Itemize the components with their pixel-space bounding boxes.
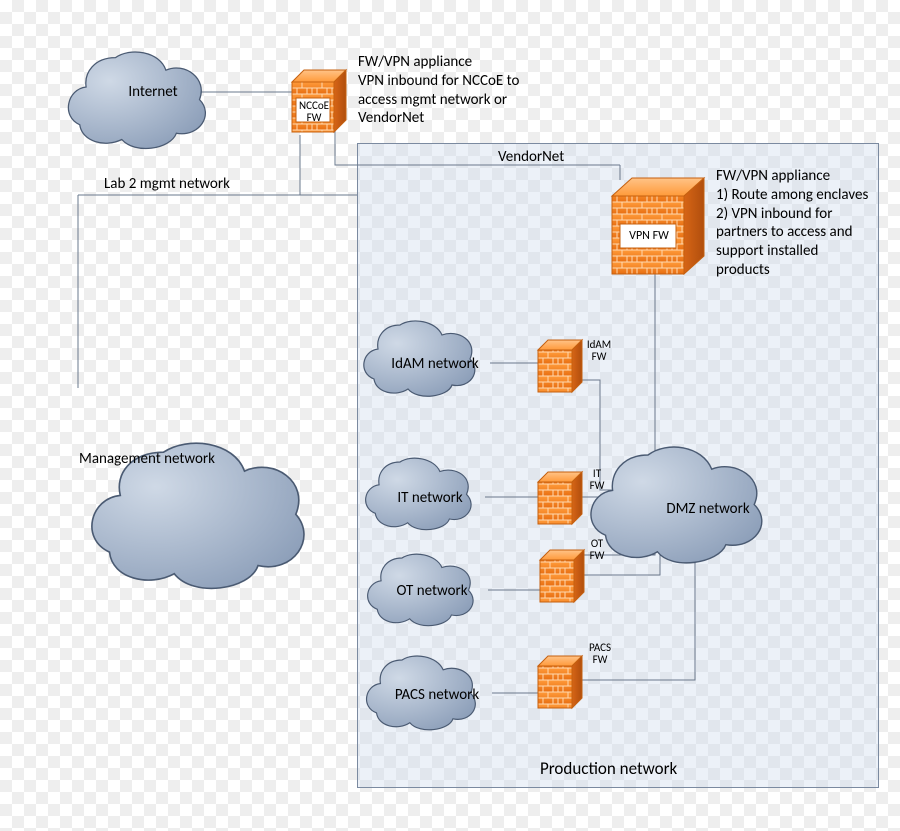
label-fw-it: IT FW [582,468,612,492]
label-ot: OT network [382,582,482,600]
firewall-idam [538,340,582,392]
label-fw-pacs: PACS FW [582,642,618,666]
label-fw-vpn: VPN FW [622,230,676,243]
label-idam: IdAM network [380,355,490,373]
label-fw-ot: OT FW [582,538,612,562]
firewall-it [538,472,582,524]
label-fw-nccoe: NCCoE FW [297,100,331,124]
firewall-pacs [538,656,582,708]
label-lab2: Lab 2 mgmt network [104,175,230,194]
note-right: FW/VPN appliance 1) Route among enclaves… [716,167,896,280]
note-top: FW/VPN appliance VPN inbound for NCCoE t… [358,53,548,128]
label-internet: Internet [113,83,193,101]
label-pacs: PACS network [382,686,492,704]
label-fw-idam: IdAM FW [582,339,616,363]
label-management: Management network [62,450,232,468]
label-production: Production network [540,758,677,779]
firewall-ot [540,550,584,602]
label-vendornet: VendorNet [498,148,564,167]
label-dmz: DMZ network [648,500,768,518]
label-it: IT network [380,489,480,507]
firewall-vpn [612,178,704,274]
